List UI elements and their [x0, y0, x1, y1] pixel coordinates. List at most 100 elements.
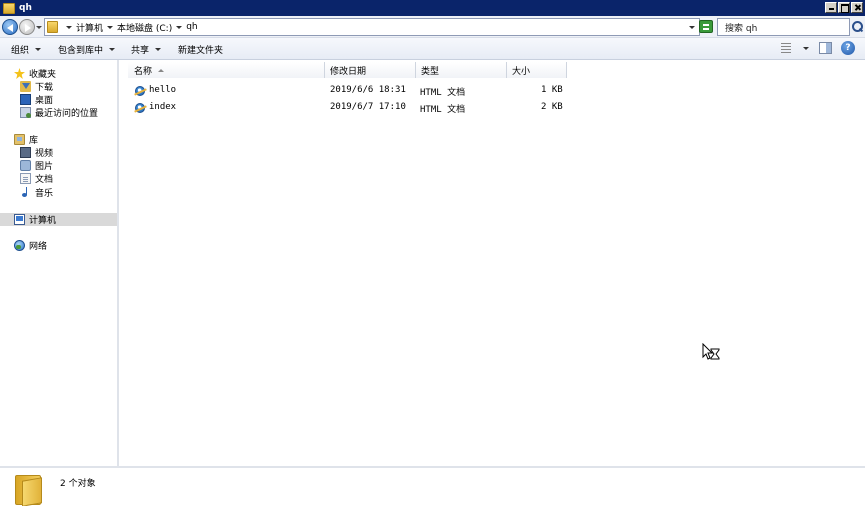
- details-pane: 2 个对象: [0, 466, 865, 506]
- breadcrumb-arrow-icon[interactable]: [66, 25, 72, 29]
- nav-videos[interactable]: 视频: [0, 146, 117, 159]
- breadcrumb-qh[interactable]: qh: [186, 22, 197, 32]
- organize-button[interactable]: 组织: [11, 42, 42, 56]
- breadcrumb-arrow-icon[interactable]: [107, 25, 114, 29]
- nav-music-label: 音乐: [35, 189, 54, 199]
- nav-pictures[interactable]: 图片: [0, 159, 117, 172]
- network-icon: [14, 240, 25, 251]
- item-count: 2 个对象: [60, 479, 96, 489]
- views-dropdown[interactable]: [803, 47, 809, 50]
- recent-places-icon: [20, 107, 31, 118]
- folder-icon: [15, 471, 43, 506]
- file-size: 2 KB: [541, 102, 563, 112]
- downloads-icon: [20, 81, 31, 92]
- file-list-pane[interactable]: 名称 修改日期 类型 大小 hello 2019/6/6 18:31 HTML …: [121, 60, 865, 466]
- window-title: qh: [19, 3, 32, 13]
- column-type-label: 类型: [421, 66, 440, 77]
- computer-icon: [14, 214, 25, 225]
- star-icon: [14, 68, 25, 79]
- window-controls: [825, 2, 863, 13]
- share-label: 共享: [131, 45, 150, 56]
- nav-recent-label: 最近访问的位置: [35, 109, 99, 119]
- breadcrumb-computer[interactable]: 计算机: [76, 21, 103, 34]
- nav-downloads-label: 下载: [35, 83, 54, 93]
- column-name-label: 名称: [134, 66, 153, 77]
- nav-computer-label: 计算机: [29, 216, 57, 226]
- pictures-icon: [20, 160, 31, 171]
- sort-ascending-icon: [158, 68, 165, 72]
- new-folder-button[interactable]: 新建文件夹: [178, 42, 223, 56]
- chevron-down-icon: [109, 47, 116, 51]
- nav-desktop-label: 桌面: [35, 96, 54, 106]
- preview-pane-icon[interactable]: [819, 42, 832, 54]
- chevron-down-icon: [155, 47, 162, 51]
- music-icon: [20, 187, 31, 198]
- include-in-library-button[interactable]: 包含到库中: [58, 42, 116, 56]
- address-bar-row: 计算机 本地磁盘 (C:) qh 搜索 qh: [0, 16, 865, 38]
- nav-music[interactable]: 音乐: [0, 186, 117, 199]
- share-button[interactable]: 共享: [131, 42, 162, 56]
- nav-network[interactable]: 网络: [0, 239, 117, 252]
- nav-computer[interactable]: 计算机: [0, 213, 117, 226]
- breadcrumb-arrow-icon[interactable]: [176, 25, 183, 29]
- organize-label: 组织: [11, 45, 30, 56]
- search-input[interactable]: 搜索 qh: [717, 18, 850, 36]
- close-button[interactable]: [851, 2, 863, 13]
- column-header-row: 名称 修改日期 类型 大小: [121, 62, 865, 78]
- column-header-name[interactable]: 名称: [128, 62, 325, 78]
- recent-pages-dropdown[interactable]: [36, 26, 42, 29]
- back-button[interactable]: [2, 19, 18, 35]
- library-icon: [14, 134, 25, 145]
- file-row[interactable]: index 2019/6/7 17:10 HTML 文档 2 KB: [131, 101, 571, 116]
- file-date: 2019/6/7 17:10: [330, 102, 406, 112]
- breadcrumb-local-disk[interactable]: 本地磁盘 (C:): [117, 21, 172, 34]
- file-row[interactable]: hello 2019/6/6 18:31 HTML 文档 1 KB: [131, 84, 571, 99]
- html-file-icon: [135, 86, 145, 96]
- minimize-button[interactable]: [825, 2, 837, 13]
- title-bar[interactable]: qh: [0, 0, 865, 16]
- maximize-button[interactable]: [838, 2, 850, 13]
- nav-recent-places[interactable]: 最近访问的位置: [0, 106, 117, 119]
- nav-pictures-label: 图片: [35, 162, 54, 172]
- folder-icon: [47, 21, 58, 33]
- nav-libraries[interactable]: 库: [0, 133, 117, 146]
- refresh-icon[interactable]: [699, 20, 713, 33]
- chevron-down-icon: [35, 47, 42, 51]
- column-header-size[interactable]: 大小: [507, 62, 567, 78]
- video-icon: [20, 147, 31, 158]
- column-header-date[interactable]: 修改日期: [325, 62, 416, 78]
- desktop-icon: [20, 94, 31, 105]
- nav-downloads[interactable]: 下载: [0, 80, 117, 93]
- html-file-icon: [135, 103, 145, 113]
- command-bar: 组织 包含到库中 共享 新建文件夹 ?: [0, 38, 865, 60]
- nav-network-label: 网络: [29, 242, 48, 252]
- file-name: index: [149, 102, 177, 112]
- navigation-pane: 收藏夹 下载 桌面 最近访问的位置 库 视频 图片 文档 音乐 计算机 网络: [0, 60, 119, 466]
- address-history-dropdown[interactable]: [689, 26, 695, 29]
- forward-button[interactable]: [19, 19, 35, 35]
- nav-favorites[interactable]: 收藏夹: [0, 67, 117, 80]
- search-placeholder: 搜索 qh: [725, 23, 758, 34]
- file-size: 1 KB: [541, 85, 563, 95]
- nav-libraries-label: 库: [29, 136, 39, 146]
- help-icon[interactable]: ?: [841, 41, 855, 55]
- file-type: HTML 文档: [420, 88, 466, 98]
- nav-desktop[interactable]: 桌面: [0, 93, 117, 106]
- file-type: HTML 文档: [420, 105, 466, 115]
- file-name: hello: [149, 85, 177, 95]
- nav-documents-label: 文档: [35, 175, 54, 185]
- file-date: 2019/6/6 18:31: [330, 85, 406, 95]
- views-icon[interactable]: [780, 42, 792, 54]
- nav-documents[interactable]: 文档: [0, 172, 117, 185]
- include-in-library-label: 包含到库中: [58, 45, 104, 56]
- search-icon[interactable]: [851, 19, 864, 35]
- new-folder-label: 新建文件夹: [178, 45, 224, 56]
- nav-videos-label: 视频: [35, 149, 54, 159]
- explorer-window: qh 计算机 本地磁盘 (C:) qh 搜索 qh 组织 包含到库中 共享 新建…: [0, 0, 865, 506]
- nav-favorites-label: 收藏夹: [29, 70, 57, 80]
- folder-icon: [3, 2, 15, 14]
- documents-icon: [20, 173, 31, 184]
- column-header-type[interactable]: 类型: [416, 62, 507, 78]
- busy-cursor-icon: [702, 343, 720, 360]
- address-field[interactable]: 计算机 本地磁盘 (C:) qh: [44, 18, 700, 36]
